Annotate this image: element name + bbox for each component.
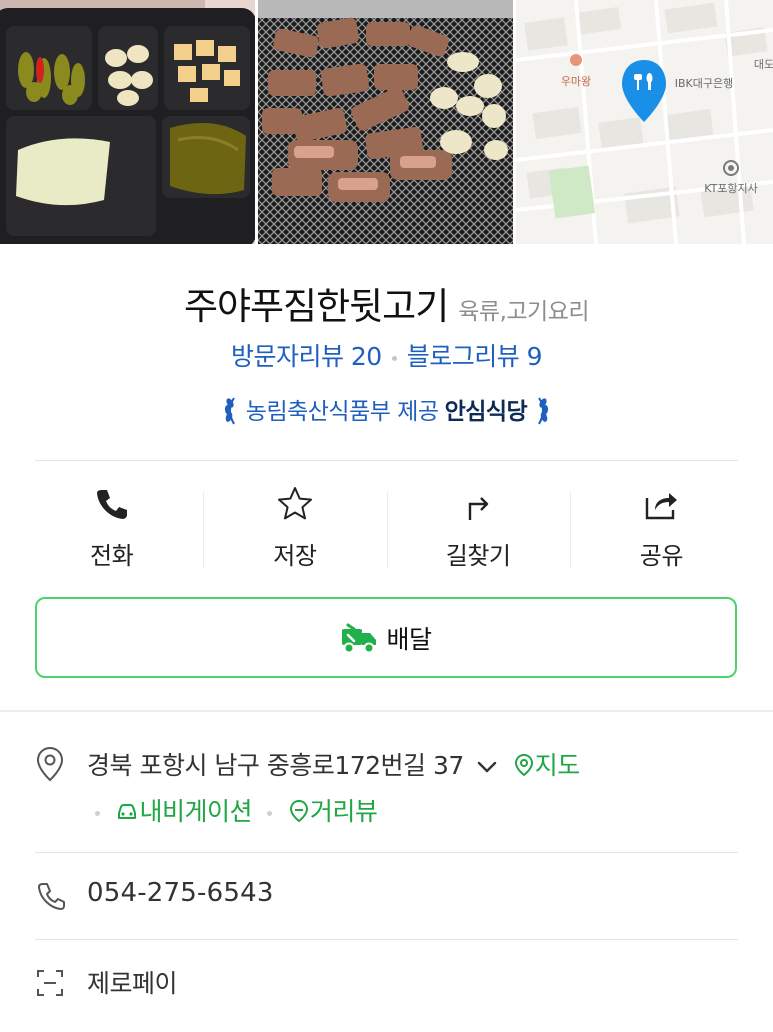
map-link[interactable]: 지도 xyxy=(513,751,580,780)
address-line: 경북 포항시 남구 중흥로172번길 37 지도 xyxy=(87,746,580,782)
photo-grilled-meat[interactable] xyxy=(258,0,513,244)
share-button[interactable]: 공유 xyxy=(569,478,753,578)
payment-row: 제로페이 xyxy=(35,964,738,1004)
chevron-down-icon[interactable] xyxy=(475,757,499,777)
phone-row[interactable]: 054-275-6543 xyxy=(35,878,738,918)
directions-label: 길찾기 xyxy=(445,542,511,570)
photo-strip[interactable]: 우마왕 IBK대구은행 대도 KT포항지사 xyxy=(0,0,773,244)
star-icon xyxy=(277,487,312,520)
map-image: 우마왕 IBK대구은행 대도 KT포항지사 xyxy=(516,0,773,244)
map-label-kt: KT포항지사 xyxy=(704,182,758,195)
blog-reviews-link[interactable]: 블로그리뷰 9 xyxy=(407,342,543,371)
review-row: 방문자리뷰 20 블로그리뷰 9 xyxy=(0,337,773,373)
map-link-label: 지도 xyxy=(534,751,581,780)
street-view-link[interactable]: 거리뷰 xyxy=(288,797,378,826)
address-text: 경북 포항시 남구 중흥로172번길 37 xyxy=(87,751,464,780)
separator-dot xyxy=(267,810,273,816)
map-thumbnail[interactable]: 우마왕 IBK대구은행 대도 KT포항지사 xyxy=(516,0,773,244)
title-row: 주야푸짐한뒷고기 육류,고기요리 xyxy=(0,276,773,330)
map-label-bank: IBK대구은행 xyxy=(675,77,733,90)
navigation-label: 내비게이션 xyxy=(139,797,252,826)
separator-dot xyxy=(95,810,100,816)
delivery-button[interactable]: 배달 xyxy=(35,597,737,678)
laurel-left-icon xyxy=(224,396,235,424)
address-row: 경북 포항시 남구 중흥로172번길 37 지도 내비게이션 거리뷰 xyxy=(35,746,738,836)
grilled-meat-image xyxy=(258,0,513,244)
scan-icon xyxy=(37,970,63,996)
share-label: 공유 xyxy=(639,542,684,570)
place-category: 육류,고기요리 xyxy=(458,299,590,325)
save-button[interactable]: 저장 xyxy=(203,478,386,578)
phone-icon xyxy=(96,490,127,519)
map-pin-outline-icon xyxy=(514,753,533,777)
safe-restaurant-certification[interactable]: 농림축산식품부 제공 안심식당 xyxy=(0,392,773,428)
map-label-edge: 대도 xyxy=(754,58,773,71)
action-bar: 전화 저장 길찾기 공유 xyxy=(20,478,753,578)
route-icon xyxy=(468,497,489,520)
certification-provider: 농림축산식품부 제공 xyxy=(245,399,439,425)
header-divider xyxy=(35,460,738,461)
certification-badge: 안심식당 xyxy=(444,399,528,425)
street-view-label: 거리뷰 xyxy=(309,797,378,826)
separator-dot xyxy=(391,355,397,361)
photo-side-dishes[interactable] xyxy=(0,0,255,244)
visitor-reviews-link[interactable]: 방문자리뷰 20 xyxy=(231,342,382,371)
call-label: 전화 xyxy=(90,542,134,570)
address-sublinks: 내비게이션 거리뷰 xyxy=(87,792,378,828)
phone-divider xyxy=(35,939,738,940)
save-label: 저장 xyxy=(273,542,317,570)
section-divider xyxy=(0,710,773,712)
phone-outline-icon xyxy=(38,883,65,910)
car-icon xyxy=(118,804,137,819)
directions-button[interactable]: 길찾기 xyxy=(386,478,570,578)
navigation-link[interactable]: 내비게이션 xyxy=(115,797,259,826)
laurel-right-icon xyxy=(538,396,549,424)
delivery-truck-icon xyxy=(342,623,377,653)
location-pin-icon xyxy=(36,746,64,782)
side-dishes-image xyxy=(0,0,255,244)
phone-number[interactable]: 054-275-6543 xyxy=(87,878,274,908)
street-view-icon xyxy=(289,799,308,823)
share-icon xyxy=(646,493,678,520)
place-name: 주야푸짐한뒷고기 xyxy=(183,285,449,328)
address-divider xyxy=(35,852,738,853)
payment-method: 제로페이 xyxy=(87,969,178,998)
delivery-label: 배달 xyxy=(386,624,432,654)
map-label-poi: 우마왕 xyxy=(561,75,591,88)
call-button[interactable]: 전화 xyxy=(20,478,203,578)
